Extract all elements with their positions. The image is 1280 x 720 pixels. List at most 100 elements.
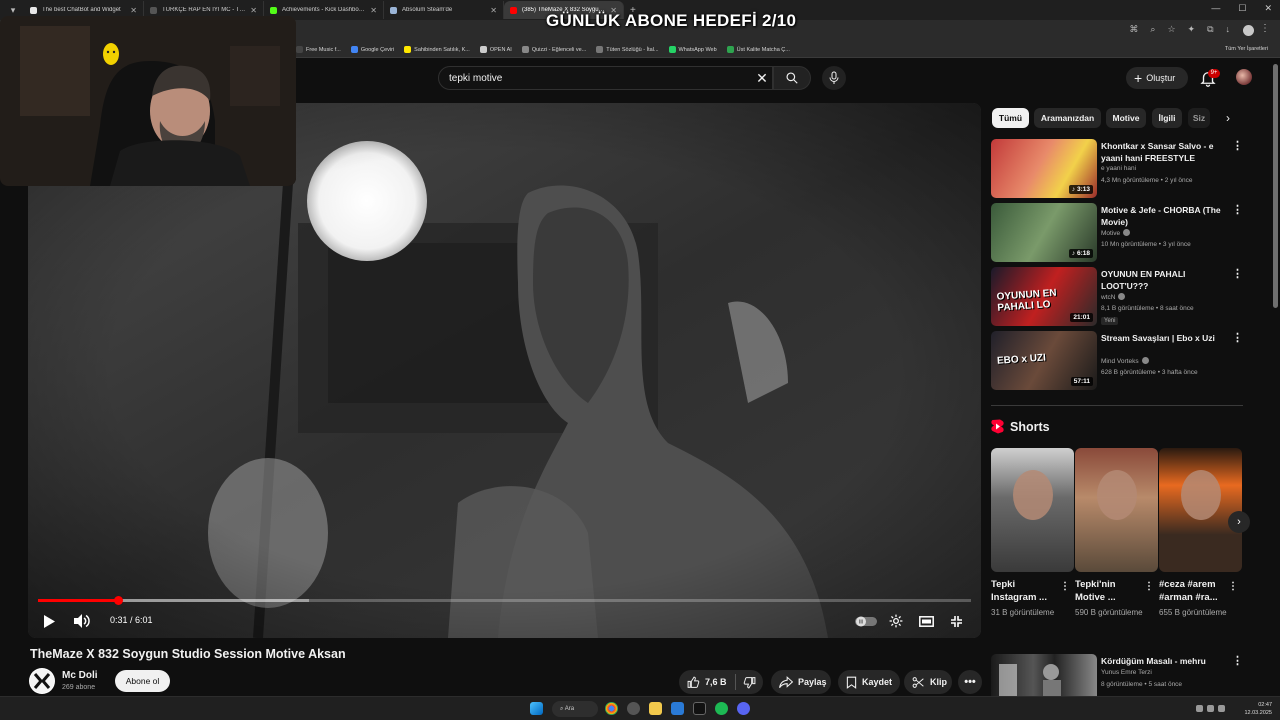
terminal-app-icon[interactable] [693,702,706,715]
tab-close-icon[interactable]: ✕ [130,6,137,15]
subscribe-button[interactable]: Abone ol [115,670,170,692]
tab-close-icon[interactable]: ✕ [370,6,377,15]
recommendation-channel[interactable]: Yunus Emre Terzi [1101,669,1152,676]
browser-menu-icon[interactable]: ⋮ [1260,23,1270,34]
share-button[interactable]: Paylaş [771,670,831,694]
mute-button[interactable] [72,611,92,631]
video-thumbnail[interactable]: OYUNUN EN PAHALI LO 21:01 [991,267,1097,326]
scrollbar-thumb[interactable] [1273,64,1278,308]
recommendation-channel[interactable]: Mind Vorteks [1101,358,1139,365]
bookmark-item[interactable]: Sahibinden Satılık, K... [404,46,470,53]
recommendation-channel[interactable]: e yaani hani [1101,165,1136,172]
tab-close-icon[interactable]: ✕ [250,6,257,15]
file-explorer-icon[interactable] [649,702,662,715]
recommendation-item[interactable]: Kördüğüm Masalı - mehru Yunus Emre Terzi… [991,654,1251,696]
browser-tab[interactable]: Absolum Steam'de ✕ [384,1,504,19]
bookmark-item[interactable]: OPEN AI [479,46,512,53]
filter-chip[interactable]: Tümü [992,108,1029,128]
recommendation-title[interactable]: Khontkar x Sansar Salvo - e yaani hani F… [1101,140,1223,164]
all-bookmarks-link[interactable]: Tüm Yer İşaretleri [1225,46,1268,52]
bookmark-item[interactable]: Quizzi - Eğlenceli ve... [521,46,586,53]
more-vertical-icon[interactable]: ⋮ [1232,331,1243,344]
recommendation-channel[interactable]: Motive [1101,230,1120,237]
store-app-icon[interactable] [671,702,684,715]
taskbar-clock[interactable]: 02:47 12.03.2025 [1244,701,1272,717]
discord-app-icon[interactable] [737,702,750,715]
short-thumbnail[interactable] [1075,448,1158,572]
like-button[interactable]: 7,6 B [687,676,727,689]
bookmark-item[interactable]: Google Çeviri [350,46,394,53]
filter-chip[interactable]: Aramanızdan [1034,108,1101,128]
save-button[interactable]: Kaydet [838,670,900,694]
tab-search-icon[interactable]: ▾ [6,3,20,17]
bookmark-item[interactable]: Üst Kalite Matcha Ç... [726,46,790,53]
maximize-icon[interactable]: ☐ [1238,3,1246,14]
tray-network-icon[interactable] [1196,705,1203,712]
short-item[interactable]: Tepki'nin Motive ... 590 B görüntüleme ⋮ [1075,448,1158,619]
more-actions-button[interactable]: ••• [958,670,982,694]
recommendation-title[interactable]: OYUNUN EN PAHALI LOOT'U??? [1101,268,1223,292]
short-item[interactable]: Tepki Instagram ... 31 B görüntüleme ⋮ [991,448,1074,619]
clip-button[interactable]: Klip [904,670,952,694]
tab-close-icon[interactable]: ✕ [490,6,497,15]
start-menu-icon[interactable] [530,702,543,715]
more-vertical-icon[interactable]: ⋮ [1228,581,1238,592]
recommendation-item[interactable]: ♪ 3:13 Khontkar x Sansar Salvo - e yaani … [991,139,1251,199]
theater-mode-button[interactable] [916,611,936,631]
thumbs-down-icon[interactable] [743,676,756,689]
short-title[interactable]: #ceza #arem #arman #ra... [1159,578,1231,604]
taskbar-search[interactable]: ⌕ Ara [552,701,598,717]
more-vertical-icon[interactable]: ⋮ [1232,654,1243,667]
zoom-icon[interactable]: ⌕ [1150,24,1155,35]
bookmark-item[interactable]: Free Music f... [296,46,341,53]
bookmark-item[interactable]: WhatsApp Web [668,46,717,53]
recommendation-item[interactable]: EBO x UZI 57:11 Stream Savaşları | Ebo x U… [991,331,1251,391]
bookmark-item[interactable]: Tüten Sözlüğü - İtal... [596,46,659,53]
voice-search-button[interactable] [822,66,846,90]
more-vertical-icon[interactable]: ⋮ [1232,139,1243,152]
more-vertical-icon[interactable]: ⋮ [1232,267,1243,280]
tray-volume-icon[interactable] [1207,705,1214,712]
progress-bar[interactable] [38,596,971,605]
translate-icon[interactable]: ⌘ [1129,24,1138,35]
short-item[interactable]: #ceza #arem #arman #ra... 655 B görüntüle… [1159,448,1242,619]
autoplay-toggle[interactable] [854,611,878,631]
downloads-icon[interactable]: ↓ [1226,24,1231,35]
browser-profile-avatar[interactable] [1243,25,1254,36]
chrome-app-icon[interactable] [605,702,618,715]
tray-battery-icon[interactable] [1218,705,1225,712]
short-title[interactable]: Tepki Instagram ... [991,578,1063,604]
chips-next-arrow-icon[interactable]: › [1218,108,1238,128]
account-avatar[interactable] [1236,69,1252,85]
more-vertical-icon[interactable]: ⋮ [1060,581,1070,592]
search-input[interactable] [449,71,749,86]
clear-search-icon[interactable]: ✕ [754,68,770,88]
recommendation-item[interactable]: ♪ 6:18 Motive & Jefe - CHORBA (The Movie)… [991,203,1251,263]
filter-chip[interactable]: Motive [1106,108,1146,128]
bookmark-star-icon[interactable]: ☆ [1167,24,1175,35]
video-thumbnail[interactable]: ♪ 3:13 [991,139,1097,198]
more-vertical-icon[interactable]: ⋮ [1232,203,1243,216]
channel-name[interactable]: Mc Doli [62,670,98,681]
recommendation-channel[interactable]: wtcN [1101,294,1115,301]
play-button[interactable] [40,611,58,631]
more-vertical-icon[interactable]: ⋮ [1144,581,1154,592]
filter-chip[interactable]: İlgili [1152,108,1182,128]
filter-chip[interactable]: Siz [1188,108,1210,128]
video-thumbnail[interactable]: ♪ 6:18 [991,203,1097,262]
close-window-icon[interactable]: ✕ [1264,3,1272,14]
recommendation-title[interactable]: Stream Savaşları | Ebo x Uzi [1101,332,1223,344]
spotify-app-icon[interactable] [715,702,728,715]
recommendation-title[interactable]: Kördüğüm Masalı - mehru [1101,655,1223,667]
fullscreen-button[interactable] [946,611,966,631]
obs-app-icon[interactable] [627,702,640,715]
recommendation-item[interactable]: OYUNUN EN PAHALI LO 21:01 OYUNUN EN PAHALI… [991,267,1251,327]
video-thumbnail[interactable]: EBO x UZI 57:11 [991,331,1097,390]
settings-button[interactable] [886,611,906,631]
video-thumbnail[interactable] [991,654,1097,696]
short-thumbnail[interactable] [1159,448,1242,572]
recommendation-title[interactable]: Motive & Jefe - CHORBA (The Movie) [1101,204,1223,228]
extensions-icon[interactable]: ✦ [1188,24,1196,35]
short-title[interactable]: Tepki'nin Motive ... [1075,578,1147,604]
minimize-icon[interactable]: — [1211,3,1220,14]
